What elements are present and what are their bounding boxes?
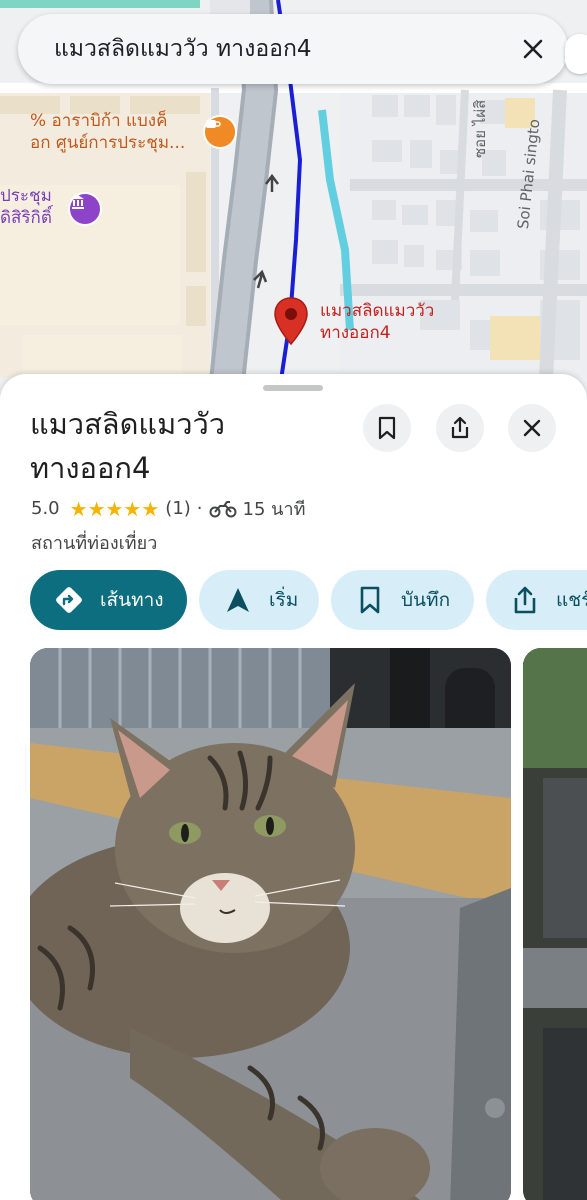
start-button[interactable]: เริ่ม bbox=[199, 570, 319, 630]
drag-handle[interactable] bbox=[263, 385, 323, 391]
poi-cafe-line2: อก ศูนย์การประชุม... bbox=[30, 133, 186, 153]
directions-label: เส้นทาง bbox=[100, 589, 164, 611]
bookmark-icon bbox=[353, 583, 387, 617]
street-label-soi-phai: ซอย ไผ่สิ bbox=[471, 99, 489, 158]
action-chips: เส้นทาง เริ่ม บันทึก แชร์ bbox=[30, 570, 587, 630]
save-place-button[interactable] bbox=[363, 404, 411, 452]
rating-value: 5.0 bbox=[31, 498, 60, 519]
poi-cafe-line1: % อาราบิก้า แบงค็ bbox=[30, 111, 168, 131]
place-category: สถานที่ท่องเที่ยว bbox=[31, 533, 158, 554]
share-place-button[interactable] bbox=[436, 404, 484, 452]
motorcycle-icon bbox=[209, 500, 237, 517]
cat-photo-image bbox=[30, 648, 511, 1200]
poi-conference-line2: ดิสิริกิติ์ bbox=[0, 208, 52, 228]
place-title: แมวสลิดแมววัว ทางออก4 bbox=[30, 407, 226, 485]
coffee-icon[interactable] bbox=[203, 115, 237, 149]
close-icon bbox=[523, 39, 543, 59]
share-button[interactable]: แชร์ bbox=[486, 570, 587, 630]
rating-row: 5.0 ★★★★★ (1) · 15 นาที bbox=[31, 494, 305, 523]
review-count[interactable]: (1) bbox=[165, 498, 191, 519]
directions-button[interactable]: เส้นทาง bbox=[30, 570, 187, 630]
start-label: เริ่ม bbox=[269, 589, 299, 611]
close-icon bbox=[523, 419, 541, 437]
save-button[interactable]: บันทึก bbox=[331, 570, 474, 630]
navigation-arrow-icon bbox=[221, 583, 255, 617]
clear-search-button[interactable] bbox=[516, 32, 550, 66]
pin-label: แมวสลิดแมววัว ทางออก4 bbox=[320, 300, 434, 344]
edge-tab[interactable] bbox=[565, 34, 587, 74]
rating-stars: ★★★★★ bbox=[69, 496, 160, 521]
poi-cafe-label[interactable]: % อาราบิก้า แบงค็ อก ศูนย์การประชุม... bbox=[30, 110, 185, 154]
landmark-icon[interactable] bbox=[68, 192, 102, 226]
place-photo[interactable] bbox=[30, 648, 511, 1200]
bookmark-icon bbox=[378, 416, 396, 440]
share-label: แชร์ bbox=[556, 589, 587, 611]
place-sheet: แมวสลิดแมววัว ทางออก4 5.0 ★★★★★ (1) · 15… bbox=[0, 374, 587, 1200]
search-input[interactable]: แมวสลิดแมววัว ทางออก4 bbox=[54, 31, 516, 67]
separator-dot: · bbox=[196, 498, 203, 519]
next-photo-image bbox=[523, 648, 587, 1200]
pin-label-line1: แมวสลิดแมววัว bbox=[320, 301, 435, 321]
search-bar[interactable]: แมวสลิดแมววัว ทางออก4 bbox=[18, 14, 568, 84]
share-icon bbox=[508, 583, 542, 617]
poi-conference-line1: ประชุม bbox=[0, 186, 52, 206]
travel-time: 15 นาที bbox=[242, 499, 306, 520]
pin-label-line2: ทางออก4 bbox=[320, 323, 391, 343]
directions-icon bbox=[52, 583, 86, 617]
share-icon bbox=[451, 416, 469, 439]
next-place-photo[interactable] bbox=[523, 648, 587, 1200]
save-label: บันทึก bbox=[401, 589, 451, 611]
poi-conference-label[interactable]: ประชุม ดิสิริกิติ์ bbox=[0, 185, 52, 229]
close-sheet-button[interactable] bbox=[508, 404, 556, 452]
